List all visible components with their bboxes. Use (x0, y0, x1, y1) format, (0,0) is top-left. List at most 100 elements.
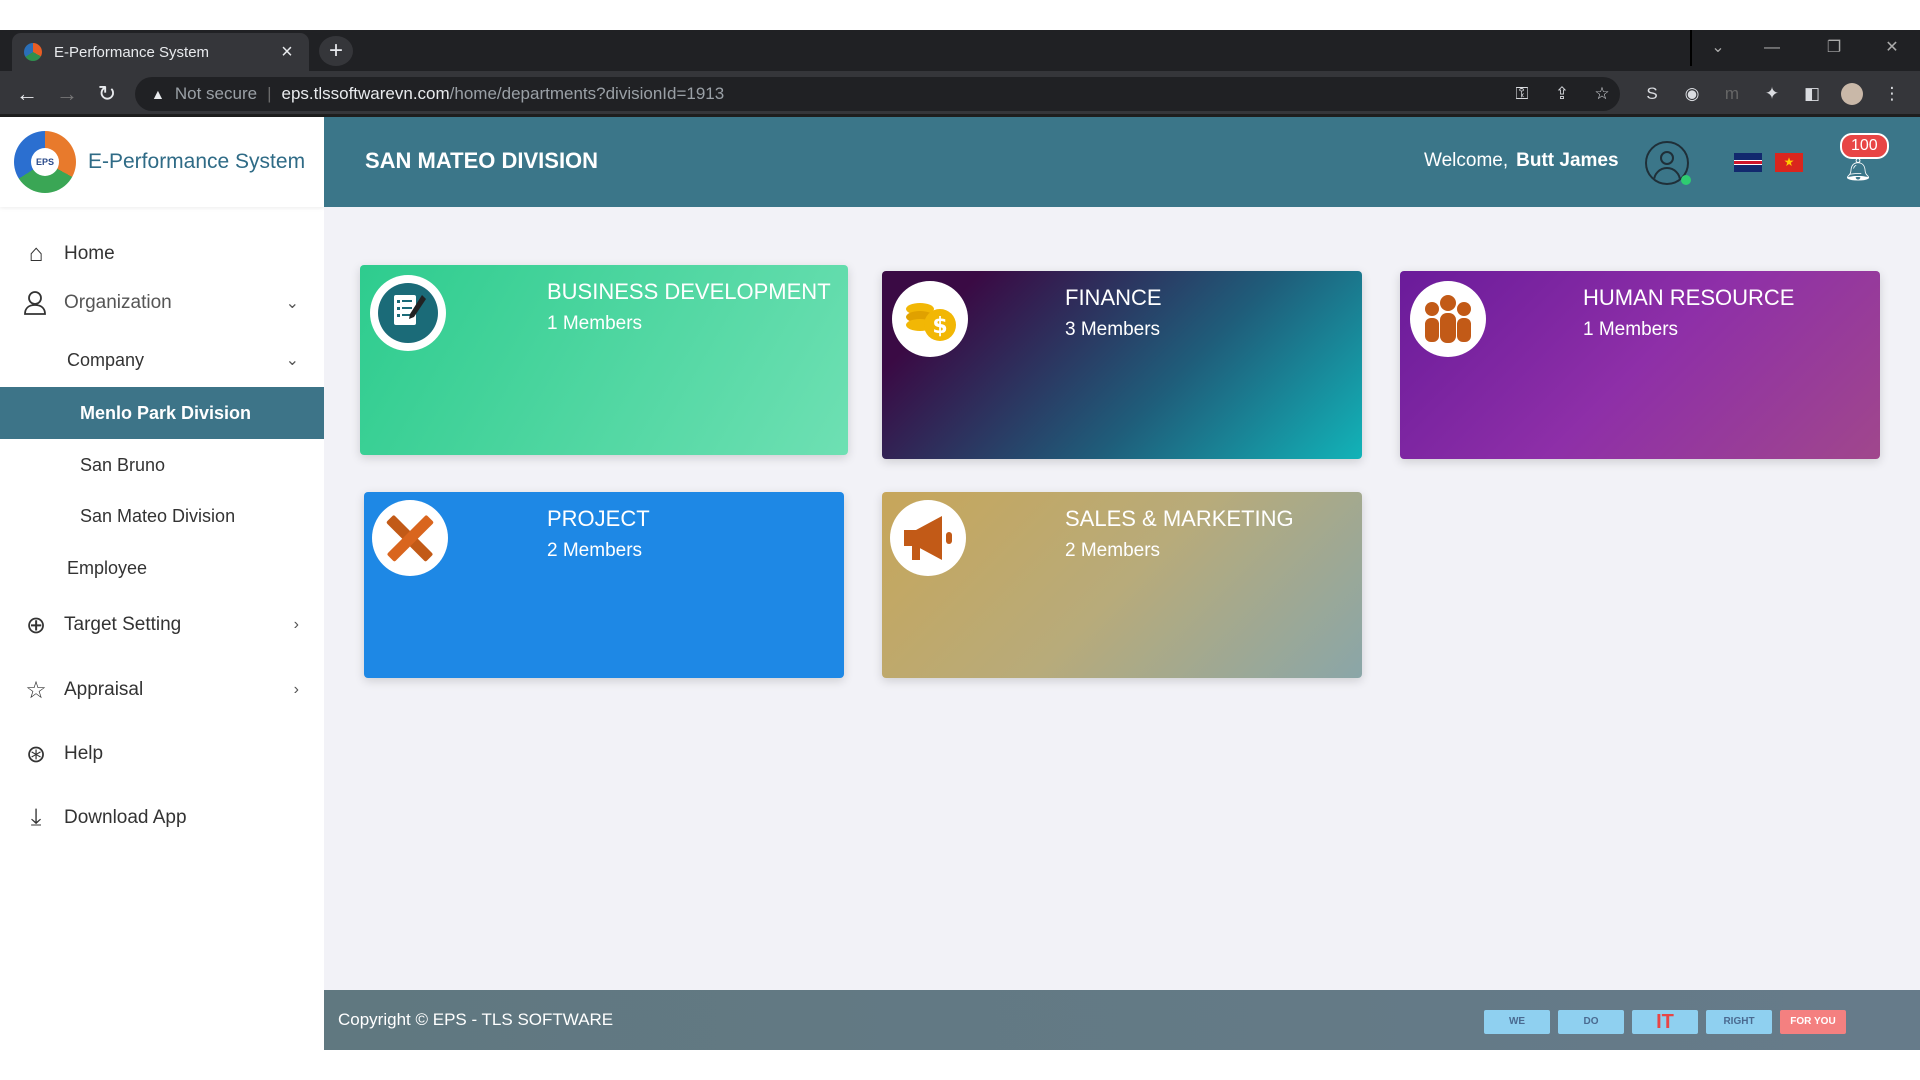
department-card-business-development[interactable]: BUSINESS DEVELOPMENT 1 Members (360, 265, 848, 455)
url-path[interactable]: /home/departments?divisionId=1913 (450, 84, 725, 104)
chevron-down-icon: ⌄ (285, 352, 299, 369)
people-icon (1410, 281, 1486, 357)
reload-icon[interactable]: ↻ (92, 79, 122, 109)
nav-item-label: Menlo Park Division (80, 402, 252, 423)
url-divider: | (267, 84, 272, 103)
nav-item-menlo-park-division[interactable]: Menlo Park Division (0, 387, 324, 439)
browser-toolbar: ← → ↻ ▲ Not secure | eps.tlssoftwarevn.c… (0, 71, 1920, 117)
slogan-word: FOR YOU (1780, 1010, 1846, 1034)
m-extension-icon[interactable]: m (1721, 83, 1743, 105)
welcome-label: Welcome, (1424, 150, 1509, 171)
coins-icon: $ (892, 281, 968, 357)
notification-bell-icon[interactable]: 🔔︎ (1844, 157, 1872, 183)
nav-item-appraisal[interactable]: ☆ Appraisal › (0, 670, 324, 710)
megaphone-icon (890, 500, 966, 576)
crosshair-icon: ⊕ (25, 611, 47, 639)
skype-extension-icon[interactable]: S (1641, 83, 1663, 105)
nav-item-label: San Bruno (80, 454, 166, 475)
welcome-message: Welcome, Butt James (1424, 150, 1619, 172)
nav-item-download-app[interactable]: ⤓ Download App (0, 798, 324, 838)
nav-item-label: San Mateo Division (80, 505, 236, 526)
side-panel-icon[interactable]: ◧ (1801, 83, 1823, 105)
slogan-word: DO (1558, 1010, 1624, 1034)
svg-text:$: $ (932, 314, 947, 339)
department-name: FINANCE (1065, 285, 1162, 310)
chevron-right-icon: › (293, 616, 299, 633)
department-card-finance[interactable]: $ FINANCE 3 Members (882, 271, 1362, 459)
restore-icon[interactable]: ❐ (1808, 30, 1860, 66)
star-icon: ☆ (25, 676, 47, 704)
download-icon: ⤓ (30, 804, 42, 831)
nav-item-company[interactable]: Company ⌄ (0, 340, 324, 380)
tab-close-icon[interactable]: × (277, 41, 297, 64)
camera-extension-icon[interactable]: ◉ (1681, 83, 1703, 105)
back-icon[interactable]: ← (12, 79, 42, 109)
department-members: 3 Members (1065, 319, 1161, 340)
nav-item-label: Appraisal (64, 679, 144, 700)
address-bar[interactable]: ▲ Not secure | eps.tlssoftwarevn.com /ho… (135, 77, 1620, 111)
new-tab-button[interactable]: + (319, 36, 353, 66)
window-close-icon[interactable]: ✕ (1866, 30, 1918, 66)
online-status-dot (1681, 175, 1691, 185)
browser-tab-strip: E-Performance System × (0, 30, 1920, 71)
eps-logo: EPS (14, 131, 76, 193)
browser-tab[interactable]: E-Performance System × (12, 33, 309, 71)
department-members: 1 Members (1583, 319, 1679, 340)
page-title: SAN MATEO DIVISION (365, 148, 599, 173)
tab-title: E-Performance System (54, 43, 210, 61)
nav-item-target-setting[interactable]: ⊕ Target Setting › (0, 605, 324, 645)
department-card-sales-marketing[interactable]: SALES & MARKETING 2 Members (882, 492, 1362, 678)
screen-bottom-margin (0, 1050, 1920, 1080)
app-footer: Copyright © EPS - TLS SOFTWARE WE DO IT … (324, 990, 1920, 1050)
app-header: SAN MATEO DIVISION Welcome, Butt James ★ … (324, 117, 1920, 207)
nav-item-label: Target Setting (64, 614, 182, 635)
bookmark-star-icon[interactable]: ☆ (1591, 83, 1613, 105)
nav-item-organization[interactable]: Organization ⌄ (0, 283, 324, 323)
slogan-word: WE (1484, 1010, 1550, 1034)
brand-header[interactable]: EPS E-Performance System (0, 117, 324, 207)
chevron-down-icon: ⌄ (285, 295, 299, 312)
key-icon[interactable]: ⚿ (1511, 83, 1533, 105)
department-members: 2 Members (1065, 540, 1161, 561)
nav-item-label: Home (64, 243, 115, 264)
nav-item-label: Company (67, 349, 145, 370)
forward-icon[interactable]: → (52, 79, 82, 109)
checklist-icon (370, 275, 446, 351)
department-name: PROJECT (547, 506, 650, 531)
nav-item-home[interactable]: ⌂ Home (0, 234, 324, 274)
sidebar: EPS E-Performance System ⌂ Home Organiza… (0, 117, 324, 1050)
warning-icon[interactable]: ▲ (151, 86, 165, 102)
home-icon: ⌂ (28, 240, 44, 267)
tab-favicon-icon (24, 43, 42, 61)
user-icon (22, 289, 50, 317)
extensions-puzzle-icon[interactable]: ✦ (1761, 83, 1783, 105)
url-host[interactable]: eps.tlssoftwarevn.com (281, 84, 449, 104)
nav-item-label: Organization (64, 292, 172, 313)
minimize-icon[interactable]: — (1746, 30, 1798, 66)
nav-item-help[interactable]: ⊛ Help (0, 734, 324, 774)
security-label[interactable]: Not secure (175, 84, 257, 104)
vietnamese-flag-icon[interactable]: ★ (1775, 153, 1803, 172)
nav-item-label: Employee (67, 557, 148, 578)
chevron-right-icon: › (293, 681, 299, 698)
department-name: BUSINESS DEVELOPMENT (547, 279, 831, 304)
browser-menu-icon[interactable]: ⋮ (1881, 83, 1903, 105)
profile-avatar[interactable] (1841, 83, 1863, 105)
logo-text: EPS (31, 148, 59, 176)
department-card-project[interactable]: PROJECT 2 Members (364, 492, 844, 678)
english-flag-icon[interactable] (1734, 153, 1762, 172)
tab-search-icon[interactable]: ⌄ (1692, 30, 1744, 66)
department-card-human-resource[interactable]: HUMAN RESOURCE 1 Members (1400, 271, 1880, 459)
share-icon[interactable]: ⇪ (1551, 83, 1573, 105)
screen-top-margin (0, 0, 1920, 30)
department-name: SALES & MARKETING (1065, 506, 1294, 531)
nav-item-san-bruno[interactable]: San Bruno (0, 445, 324, 485)
department-name: HUMAN RESOURCE (1583, 285, 1795, 310)
department-members: 2 Members (547, 540, 643, 561)
nav-item-san-mateo-division[interactable]: San Mateo Division (0, 496, 324, 536)
user-name[interactable]: Butt James (1516, 150, 1618, 171)
nav-item-employee[interactable]: Employee (0, 548, 324, 588)
nav-item-label: Help (64, 743, 104, 764)
department-members: 1 Members (547, 313, 643, 334)
notification-badge[interactable]: 100 (1840, 133, 1889, 159)
